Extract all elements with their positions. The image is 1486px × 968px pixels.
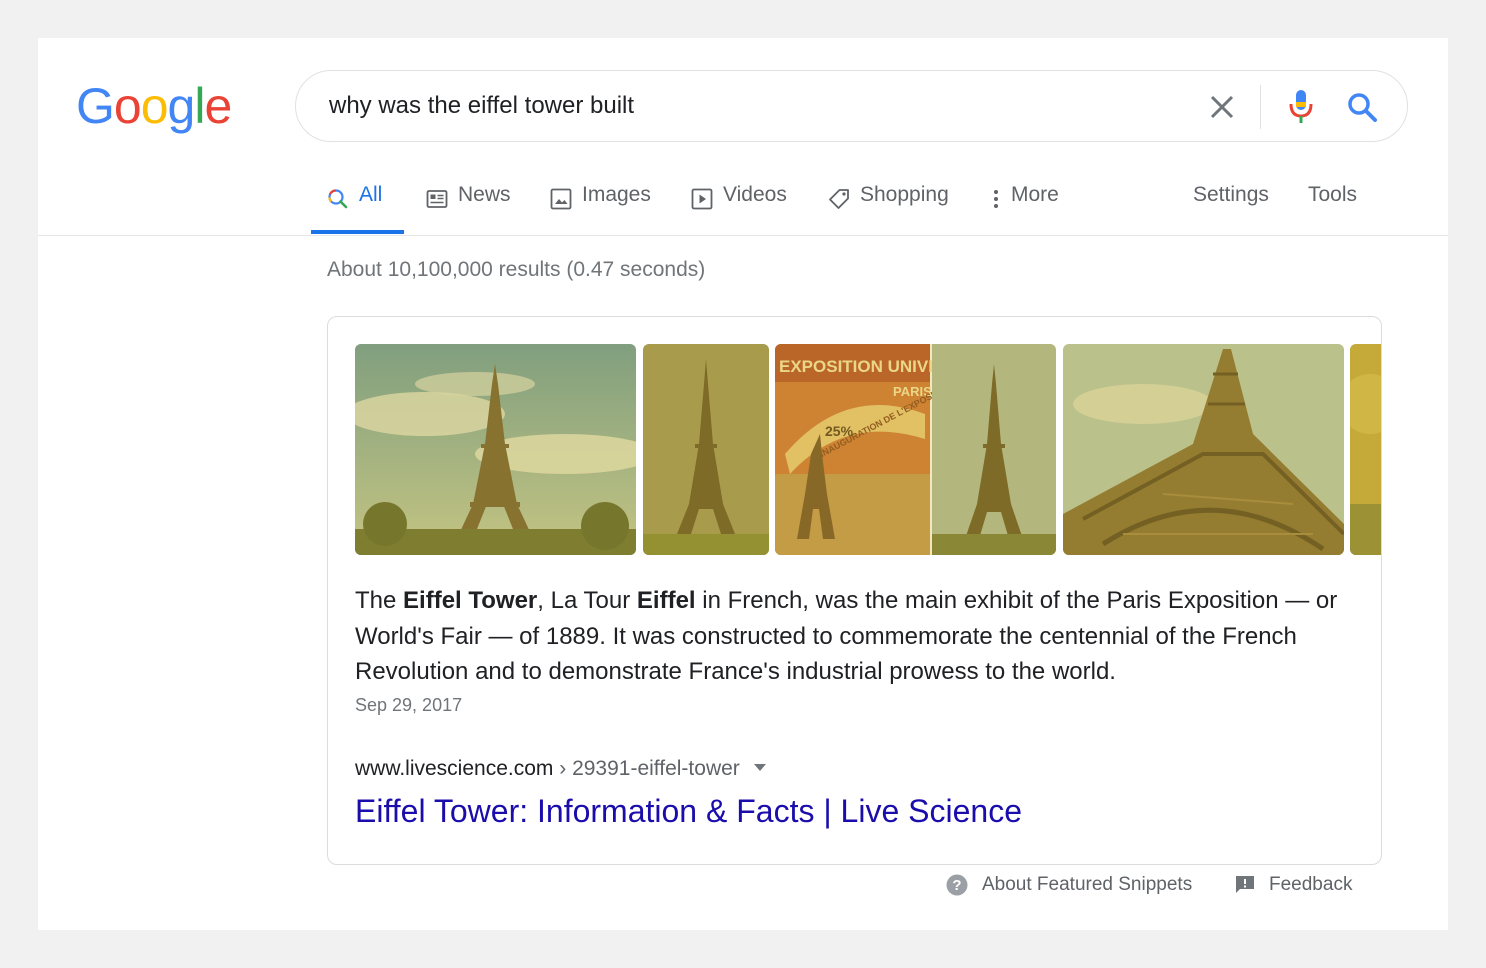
search-icon bbox=[328, 189, 348, 209]
video-icon bbox=[691, 188, 713, 210]
logo-letter: o bbox=[140, 78, 169, 134]
google-logo[interactable]: Google bbox=[76, 78, 232, 134]
search-divider bbox=[1260, 85, 1261, 129]
help-icon: ? bbox=[946, 874, 968, 896]
tools-link[interactable]: Tools bbox=[1308, 183, 1357, 207]
header-divider bbox=[38, 235, 1448, 236]
result-title-link[interactable]: Eiffel Tower: Information & Facts | Live… bbox=[355, 793, 1022, 830]
news-icon bbox=[426, 190, 448, 208]
logo-text: Google bbox=[76, 78, 232, 134]
tab-more[interactable]: More bbox=[991, 183, 1059, 235]
snippet-image[interactable] bbox=[643, 344, 769, 555]
logo-letter: o bbox=[113, 78, 142, 134]
tab-label: All bbox=[359, 183, 383, 206]
tab-label: Images bbox=[582, 183, 651, 206]
close-icon[interactable] bbox=[1208, 93, 1236, 121]
feedback-icon bbox=[1236, 876, 1254, 893]
feedback-label: Feedback bbox=[1269, 874, 1353, 895]
svg-text:?: ? bbox=[952, 877, 961, 894]
snippet-highlight: Eiffel Tower bbox=[403, 587, 538, 614]
tab-news[interactable]: News bbox=[426, 183, 511, 235]
tab-label: More bbox=[1011, 183, 1059, 206]
logo-letter: l bbox=[194, 78, 205, 134]
page-card: Google why was the eiffel tower built Al… bbox=[38, 38, 1448, 930]
settings-link[interactable]: Settings bbox=[1193, 183, 1269, 207]
featured-snippet: EXPOSITION UNIVERSELLE PARIS INAUGURATIO… bbox=[327, 316, 1382, 865]
microphone-icon[interactable] bbox=[1288, 89, 1314, 125]
search-input[interactable]: why was the eiffel tower built bbox=[329, 92, 634, 120]
tab-label: Videos bbox=[723, 183, 787, 206]
tab-videos[interactable]: Videos bbox=[691, 183, 787, 235]
logo-letter: e bbox=[204, 78, 232, 134]
snippet-image[interactable] bbox=[355, 344, 636, 555]
search-icon[interactable] bbox=[1346, 91, 1378, 123]
about-featured-snippets[interactable]: ? About Featured Snippets bbox=[946, 874, 1192, 896]
result-path: › 29391-eiffel-tower bbox=[553, 757, 740, 780]
snippet-date: Sep 29, 2017 bbox=[355, 695, 463, 715]
about-snippets-label: About Featured Snippets bbox=[982, 874, 1193, 895]
result-url: www.livescience.com › 29391-eiffel-tower bbox=[355, 757, 766, 781]
tab-images[interactable]: Images bbox=[550, 183, 651, 235]
result-stats: About 10,100,000 results (0.47 seconds) bbox=[327, 258, 706, 281]
search-box[interactable]: why was the eiffel tower built bbox=[295, 70, 1408, 142]
feedback-link[interactable]: Feedback bbox=[1235, 874, 1352, 896]
active-tab-indicator bbox=[311, 230, 404, 234]
snippet-text: The Eiffel Tower, La Tour Eiffel in Fren… bbox=[355, 583, 1365, 690]
snippet-image[interactable] bbox=[1063, 344, 1344, 555]
snippet-highlight: Eiffel bbox=[636, 587, 696, 614]
logo-letter: g bbox=[167, 78, 196, 134]
tab-label: News bbox=[458, 183, 511, 206]
logo-letter: G bbox=[76, 78, 115, 134]
image-icon bbox=[550, 188, 572, 210]
snippet-image[interactable] bbox=[1350, 344, 1381, 555]
tab-label: Shopping bbox=[860, 183, 949, 206]
snippet-text-part: The bbox=[355, 587, 404, 614]
more-vert-icon bbox=[994, 190, 998, 208]
snippet-text-part: , La Tour bbox=[537, 587, 637, 614]
tag-icon bbox=[829, 189, 849, 209]
caret-down-icon[interactable] bbox=[753, 763, 766, 771]
snippet-image[interactable]: EXPOSITION UNIVERSELLE PARIS INAUGURATIO… bbox=[775, 344, 1056, 555]
result-domain: www.livescience.com bbox=[355, 757, 554, 780]
tab-shopping[interactable]: Shopping bbox=[828, 183, 949, 235]
tab-all[interactable]: All bbox=[327, 183, 382, 235]
